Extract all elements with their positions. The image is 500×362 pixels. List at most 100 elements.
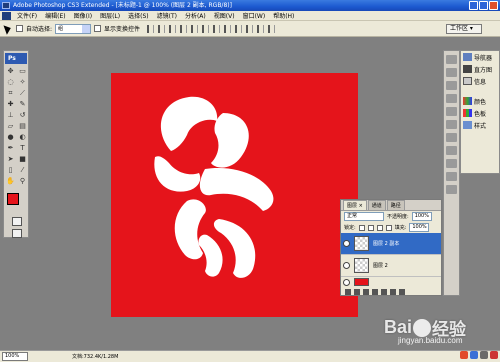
path-select-icon[interactable]: ➤ — [5, 154, 16, 164]
align-middle-icon[interactable] — [158, 24, 166, 33]
distribute-middle-icon[interactable] — [224, 24, 232, 33]
tray-icon[interactable] — [480, 351, 488, 359]
adjustment-layer-icon[interactable] — [372, 289, 378, 295]
menu-window[interactable]: 窗口(W) — [239, 11, 270, 20]
align-bottom-icon[interactable] — [169, 24, 177, 33]
fill-input[interactable]: 100% — [409, 223, 430, 232]
zoom-icon[interactable]: ⚲ — [17, 176, 28, 186]
layer-row-2[interactable]: 图层 2 — [341, 255, 441, 277]
visibility-eye-icon[interactable] — [343, 278, 350, 286]
eyedropper-icon[interactable]: ⁄ — [17, 165, 28, 175]
visibility-eye-icon[interactable] — [343, 240, 350, 247]
auto-select-checkbox[interactable] — [16, 25, 23, 32]
dock-brush-icon[interactable] — [446, 68, 457, 77]
shape-icon[interactable]: ■ — [17, 154, 28, 164]
dock-tool-icon[interactable] — [446, 55, 457, 64]
layer-style-icon[interactable] — [354, 289, 360, 295]
tab-paths[interactable]: 路径 — [386, 200, 405, 210]
delete-layer-icon[interactable] — [399, 289, 405, 295]
eraser-icon[interactable]: ▱ — [5, 121, 16, 131]
lasso-icon[interactable]: ◌ — [5, 77, 16, 87]
distribute-top-icon[interactable] — [213, 24, 221, 33]
quick-mask-button[interactable] — [12, 217, 22, 226]
distribute-bottom-icon[interactable] — [235, 24, 243, 33]
menu-analysis[interactable]: 分析(A) — [181, 11, 210, 20]
auto-select-dropdown[interactable]: 组 — [55, 23, 92, 34]
dock-character-icon[interactable] — [446, 133, 457, 142]
dodge-icon[interactable]: ◐ — [17, 132, 28, 142]
panel-color[interactable]: 颜色 — [461, 95, 499, 107]
layer-row-copy[interactable]: 图层 2 副本 — [341, 233, 441, 255]
ps-menu-icon[interactable] — [2, 11, 11, 20]
dock-layers-icon[interactable] — [446, 159, 457, 168]
hand-icon[interactable]: ✋ — [5, 176, 16, 186]
clone-stamp-icon[interactable]: ⊥ — [5, 110, 16, 120]
menu-view[interactable]: 视图(V) — [210, 11, 239, 20]
lock-transparent-icon[interactable] — [358, 224, 365, 231]
panel-swatches[interactable]: 色板 — [461, 107, 499, 119]
distribute-center-icon[interactable] — [257, 24, 265, 33]
panel-histogram[interactable]: 直方图 — [461, 63, 499, 75]
pen-icon[interactable]: ✒ — [5, 143, 16, 153]
screen-mode-button[interactable] — [12, 229, 22, 238]
menu-file[interactable]: 文件(F) — [13, 11, 41, 20]
panel-styles[interactable]: 样式 — [461, 119, 499, 131]
notes-icon[interactable]: ▯ — [5, 165, 16, 175]
workspace-button[interactable]: 工作区 ▾ — [446, 24, 482, 34]
dock-channels-icon[interactable] — [446, 172, 457, 181]
tray-icon[interactable] — [490, 351, 498, 359]
close-button[interactable] — [489, 1, 498, 10]
align-top-icon[interactable] — [147, 24, 155, 33]
visibility-eye-icon[interactable] — [343, 262, 350, 269]
layer-row-background[interactable] — [341, 277, 441, 287]
menu-image[interactable]: 图像(I) — [70, 11, 96, 20]
layer-mask-icon[interactable] — [363, 289, 369, 295]
lock-pixels-icon[interactable] — [367, 224, 374, 231]
dock-actions-icon[interactable] — [446, 94, 457, 103]
distribute-right-icon[interactable] — [268, 24, 276, 33]
dock-clone-icon[interactable] — [446, 107, 457, 116]
distribute-left-icon[interactable] — [246, 24, 254, 33]
blur-icon[interactable]: ● — [5, 132, 16, 142]
foreground-color-swatch[interactable] — [7, 193, 19, 205]
lock-position-icon[interactable] — [376, 224, 383, 231]
move-icon[interactable]: ✥ — [5, 66, 16, 76]
menu-select[interactable]: 选择(S) — [124, 11, 153, 20]
align-center-icon[interactable] — [191, 24, 199, 33]
dock-layer-comps-icon[interactable] — [446, 146, 457, 155]
new-layer-icon[interactable] — [390, 289, 396, 295]
tab-channels[interactable]: 通道 — [367, 200, 386, 210]
crop-icon[interactable]: ⌗ — [5, 88, 16, 98]
blend-mode-select[interactable]: 正常 — [344, 212, 384, 221]
new-group-icon[interactable] — [381, 289, 387, 295]
tab-layers[interactable]: 图层 × — [343, 200, 367, 210]
magic-wand-icon[interactable]: ✧ — [17, 77, 28, 87]
show-transform-checkbox[interactable] — [94, 25, 102, 32]
menu-filter[interactable]: 滤镜(T) — [153, 11, 181, 20]
lock-all-icon[interactable] — [385, 224, 392, 231]
align-right-icon[interactable] — [202, 24, 210, 33]
document-canvas[interactable] — [111, 73, 358, 317]
opacity-input[interactable]: 100% — [411, 212, 432, 221]
align-left-icon[interactable] — [180, 24, 188, 33]
move-tool-icon[interactable] — [4, 24, 13, 34]
tray-icon[interactable] — [470, 351, 478, 359]
healing-brush-icon[interactable]: ✚ — [5, 99, 16, 109]
dock-paths-icon[interactable] — [446, 185, 457, 194]
dock-history-icon[interactable] — [446, 81, 457, 90]
menu-edit[interactable]: 编辑(E) — [41, 11, 69, 20]
menu-layer[interactable]: 图层(L) — [96, 11, 124, 20]
marquee-icon[interactable]: ▭ — [17, 66, 28, 76]
brush-icon[interactable]: ✎ — [17, 99, 28, 109]
maximize-button[interactable] — [479, 1, 488, 10]
dock-paragraph-icon[interactable] — [446, 120, 457, 129]
panel-info[interactable]: 信息 — [461, 75, 499, 87]
type-icon[interactable]: T — [17, 143, 28, 153]
link-layers-icon[interactable] — [345, 289, 351, 295]
gradient-icon[interactable]: ▤ — [17, 121, 28, 131]
history-brush-icon[interactable]: ↺ — [17, 110, 28, 120]
minimize-button[interactable] — [469, 1, 478, 10]
slice-icon[interactable]: ⟋ — [17, 88, 28, 98]
zoom-level-field[interactable]: 100% — [2, 352, 28, 361]
ime-icon[interactable] — [460, 351, 468, 359]
